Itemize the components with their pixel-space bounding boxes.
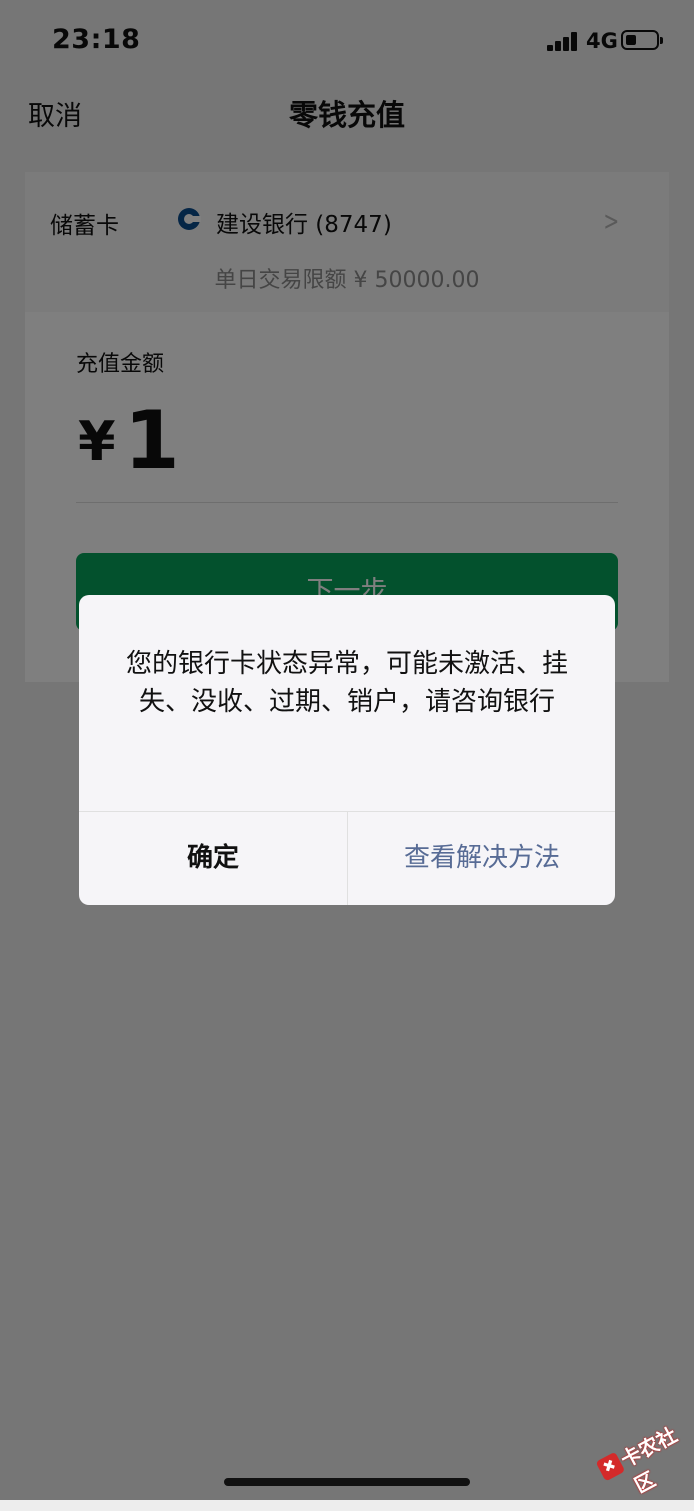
home-indicator[interactable] xyxy=(224,1478,470,1486)
view-solution-button[interactable]: 查看解决方法 xyxy=(348,812,615,905)
alert-dialog: 您的银行卡状态异常，可能未激活、挂失、没收、过期、销户，请咨询银行 确定 查看解… xyxy=(79,595,615,905)
dialog-message: 您的银行卡状态异常，可能未激活、挂失、没收、过期、销户，请咨询银行 xyxy=(125,649,568,717)
confirm-button[interactable]: 确定 xyxy=(79,812,347,905)
